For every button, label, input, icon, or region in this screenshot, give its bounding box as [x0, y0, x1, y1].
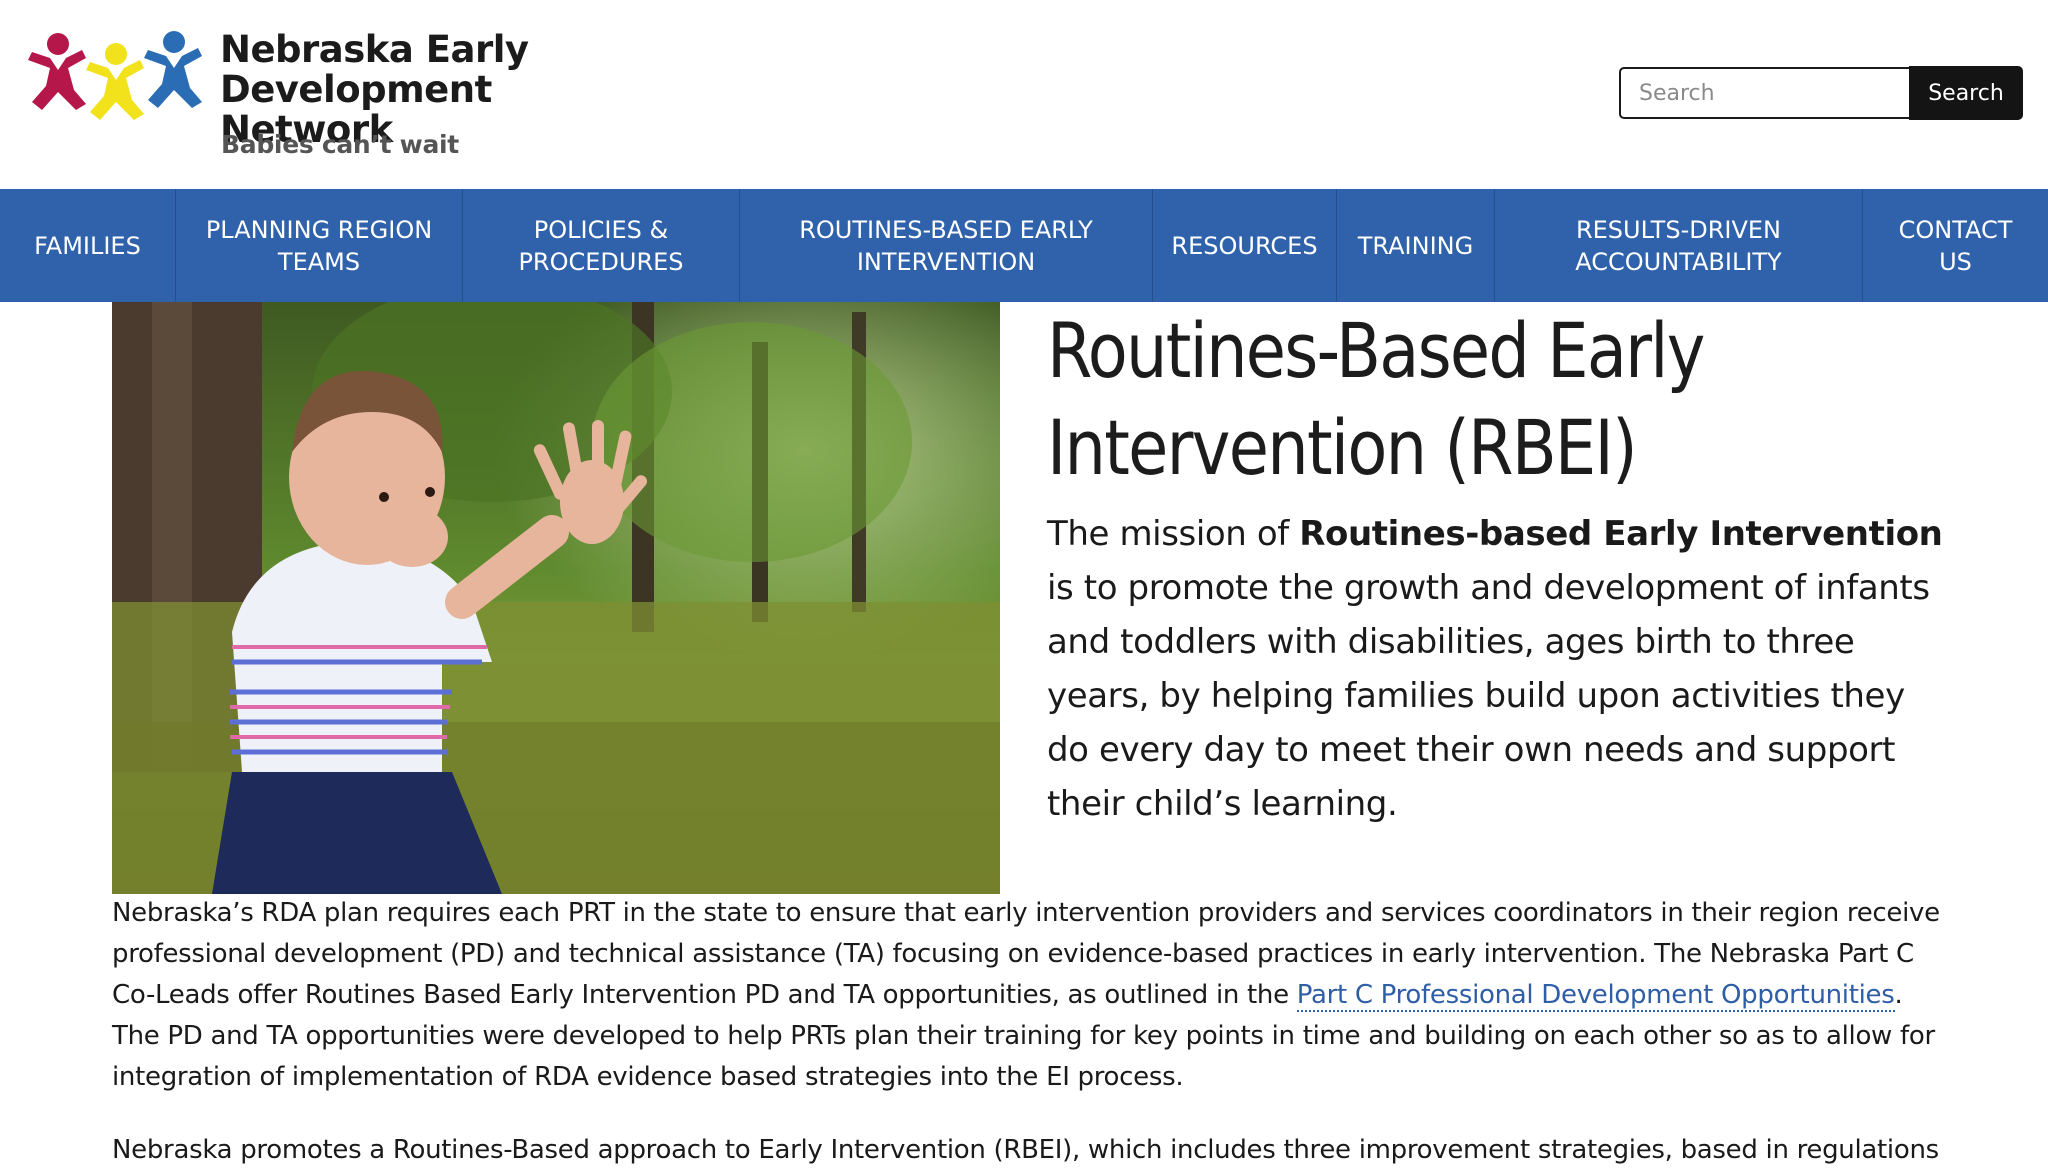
site-logo[interactable]: Nebraska Early Development Network Babie… — [28, 26, 648, 166]
body-paragraph-1: Nebraska’s RDA plan requires each PRT in… — [112, 898, 1940, 1092]
nav-item-resources[interactable]: RESOURCES — [1153, 189, 1337, 302]
mission-statement: The mission of Routines-based Early Inte… — [1047, 514, 1943, 824]
nav-item-label: RESOURCES — [1171, 231, 1318, 260]
site-title-line1: Nebraska Early — [220, 28, 529, 71]
nav-item-label: CONTACT US — [1898, 215, 2013, 276]
site-tagline: Babies can’t wait — [221, 130, 459, 159]
nav-item-training[interactable]: TRAINING — [1337, 189, 1495, 302]
page-title: Routines-Based Early Intervention (RBEI) — [1047, 306, 1705, 492]
mission-bold-term: Routines-based Early Intervention — [1299, 514, 1943, 554]
logo-figures-icon — [28, 31, 202, 120]
nav-item-label: FAMILIES — [34, 231, 141, 260]
nav-item-routines-based-early-intervention[interactable]: ROUTINES-BASED EARLY INTERVENTION — [740, 189, 1153, 302]
nav-item-label: ROUTINES-BASED EARLY INTERVENTION — [799, 215, 1093, 276]
search-button[interactable]: Search — [1909, 66, 2023, 120]
nav-item-planning-region-teams[interactable]: PLANNING REGION TEAMS — [176, 189, 463, 302]
body-paragraph-2: Nebraska promotes a Routines-Based appro… — [112, 1135, 1942, 1165]
main-nav: FAMILIES PLANNING REGION TEAMS POLICIES &… — [0, 189, 2048, 302]
part-c-pd-opportunities-link[interactable]: Part C Professional Development Opportun… — [1296, 980, 1895, 1012]
nav-item-label: TRAINING — [1357, 231, 1474, 260]
nav-item-label: PLANNING REGION TEAMS — [205, 215, 433, 276]
search-input[interactable] — [1619, 67, 1909, 119]
search-form: Search — [1619, 66, 2023, 121]
nav-item-policies-procedures[interactable]: POLICIES & PROCEDURES — [463, 189, 740, 302]
nav-item-families[interactable]: FAMILIES — [0, 189, 176, 302]
nav-item-contact-us[interactable]: CONTACT US — [1863, 189, 2048, 302]
nav-item-label: POLICIES & PROCEDURES — [518, 215, 684, 276]
site-header: Nebraska Early Development Network Babie… — [0, 0, 2048, 189]
hero-image — [112, 302, 1000, 894]
child-photo-illustration — [112, 302, 1000, 894]
nav-item-results-driven-accountability[interactable]: RESULTS-DRIVEN ACCOUNTABILITY — [1495, 189, 1863, 302]
nav-item-label: RESULTS-DRIVEN ACCOUNTABILITY — [1575, 215, 1782, 276]
